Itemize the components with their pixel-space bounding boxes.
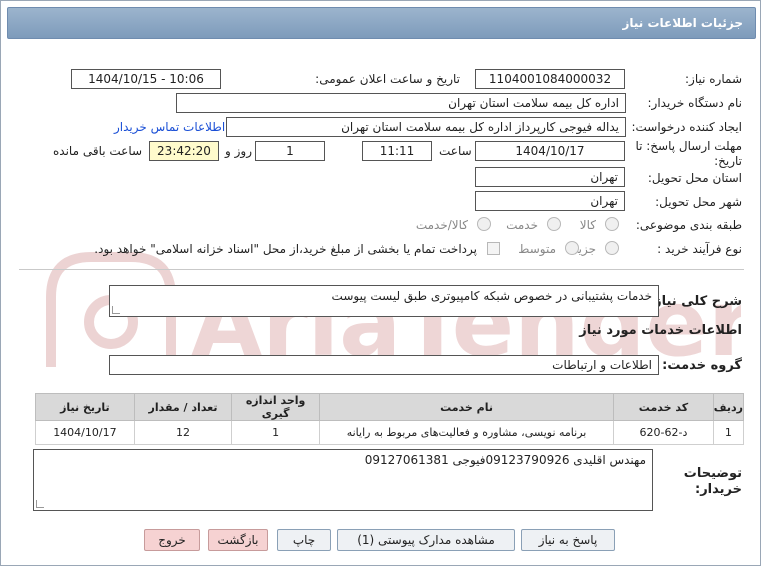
col-header-name: نام خدمت [318, 393, 615, 421]
buyer-notes-label: توضیحات خریدار: [683, 466, 742, 497]
cell-unit: 1 [231, 420, 320, 445]
days-label: روز و [225, 144, 252, 158]
deadline-time-field[interactable]: 11:11 [362, 141, 432, 161]
category-option-service: خدمت [506, 218, 538, 232]
window-title: جزئیات اطلاعات نیاز [622, 16, 743, 30]
cell-row-number: 1 [712, 420, 745, 445]
deadline-label: مهلت ارسال پاسخ: تا تاریخ: [635, 139, 742, 168]
need-number-label: شماره نیاز: [685, 72, 742, 86]
category-radio-goods-service[interactable] [477, 217, 491, 231]
category-radio-service[interactable] [547, 217, 561, 231]
services-section-title: اطلاعات خدمات مورد نیاز [579, 323, 742, 338]
exit-button[interactable]: خروج [144, 529, 200, 551]
need-details-window: جزئیات اطلاعات نیاز AriaTender.neT شماره… [0, 0, 761, 566]
remaining-time-field: 23:42:20 [149, 141, 219, 161]
category-option-goods: کالا [579, 218, 596, 232]
category-label: طبقه بندی موضوعی: [635, 218, 742, 232]
buyer-org-label: نام دستگاه خریدار: [647, 96, 743, 110]
requester-field[interactable]: یداله فیوجی کارپرداز اداره کل بیمه سلامت… [226, 117, 626, 137]
city-label: شهر محل تحویل: [655, 195, 742, 209]
col-header-unit: واحد اندازه گیری [231, 393, 320, 421]
deadline-time-label: ساعت [439, 144, 472, 158]
cell-need-date: 1404/10/17 [35, 420, 135, 445]
cell-quantity: 12 [133, 420, 233, 445]
need-number-field[interactable]: 1104001084000032 [475, 69, 625, 89]
description-label: شرح کلی نیاز: [648, 294, 742, 309]
section-divider [19, 269, 744, 270]
col-header-code: کد خدمت [613, 393, 714, 421]
col-header-row: ردیف [712, 393, 745, 421]
remaining-time-label: ساعت باقی مانده [53, 144, 143, 158]
announce-label: تاریخ و ساعت اعلان عمومی: [315, 72, 460, 86]
back-button[interactable]: بازگشت [208, 529, 268, 551]
buyer-notes-text: مهندس اقلیدی 09123790926فیوجی 0912706138… [364, 453, 646, 467]
table-row[interactable]: 1 د-62-620 برنامه نویسی، مشاوره و فعالیت… [35, 420, 745, 445]
announce-datetime-field[interactable]: 1404/10/15 - 10:06 [71, 69, 221, 89]
buyer-org-field[interactable]: اداره کل بیمه سلامت استان تهران [176, 93, 626, 113]
services-table: ردیف کد خدمت نام خدمت واحد اندازه گیری ت… [35, 393, 745, 445]
description-textarea[interactable]: خدمات پشتیبانی در خصوص شبکه کامپیوتری طب… [109, 285, 659, 317]
col-header-quantity: تعداد / مقدار [133, 393, 233, 421]
resize-handle-icon[interactable] [36, 500, 44, 508]
treasury-payment-note: پرداخت تمام یا بخشی از مبلغ خرید،از محل … [94, 242, 477, 256]
service-group-field[interactable]: اطلاعات و ارتباطات [109, 355, 659, 375]
cell-service-name: برنامه نویسی، مشاوره و فعالیت‌های مربوط … [318, 420, 615, 445]
category-option-goods-service: کالا/خدمت [415, 218, 468, 232]
days-field[interactable]: 1 [255, 141, 325, 161]
col-header-date: تاریخ نیاز [35, 393, 135, 421]
title-bar: جزئیات اطلاعات نیاز [7, 7, 756, 39]
buyer-contact-link[interactable]: اطلاعات تماس خریدار [114, 120, 225, 134]
process-label: نوع فرآیند خرید : [657, 242, 742, 256]
service-group-label: گروه خدمت: [662, 358, 742, 373]
process-radio-medium[interactable] [565, 241, 579, 255]
city-field[interactable]: تهران [475, 191, 625, 211]
province-label: استان محل تحویل: [647, 171, 742, 185]
buyer-notes-textarea[interactable]: مهندس اقلیدی 09123790926فیوجی 0912706138… [33, 449, 653, 511]
description-text: خدمات پشتیبانی در خصوص شبکه کامپیوتری طب… [331, 289, 652, 303]
print-button[interactable]: چاپ [277, 529, 331, 551]
requester-label: ایجاد کننده درخواست: [631, 120, 742, 134]
view-attachments-button[interactable]: مشاهده مدارک پیوستی (1) [337, 529, 515, 551]
cell-service-code: د-62-620 [613, 420, 714, 445]
category-radio-goods[interactable] [605, 217, 619, 231]
process-radio-minor[interactable] [605, 241, 619, 255]
resize-handle-icon[interactable] [112, 306, 120, 314]
treasury-payment-checkbox[interactable] [487, 242, 500, 255]
reply-button[interactable]: پاسخ به نیاز [521, 529, 615, 551]
deadline-date-field[interactable]: 1404/10/17 [475, 141, 625, 161]
process-option-medium: متوسط [518, 242, 556, 256]
province-field[interactable]: تهران [475, 167, 625, 187]
